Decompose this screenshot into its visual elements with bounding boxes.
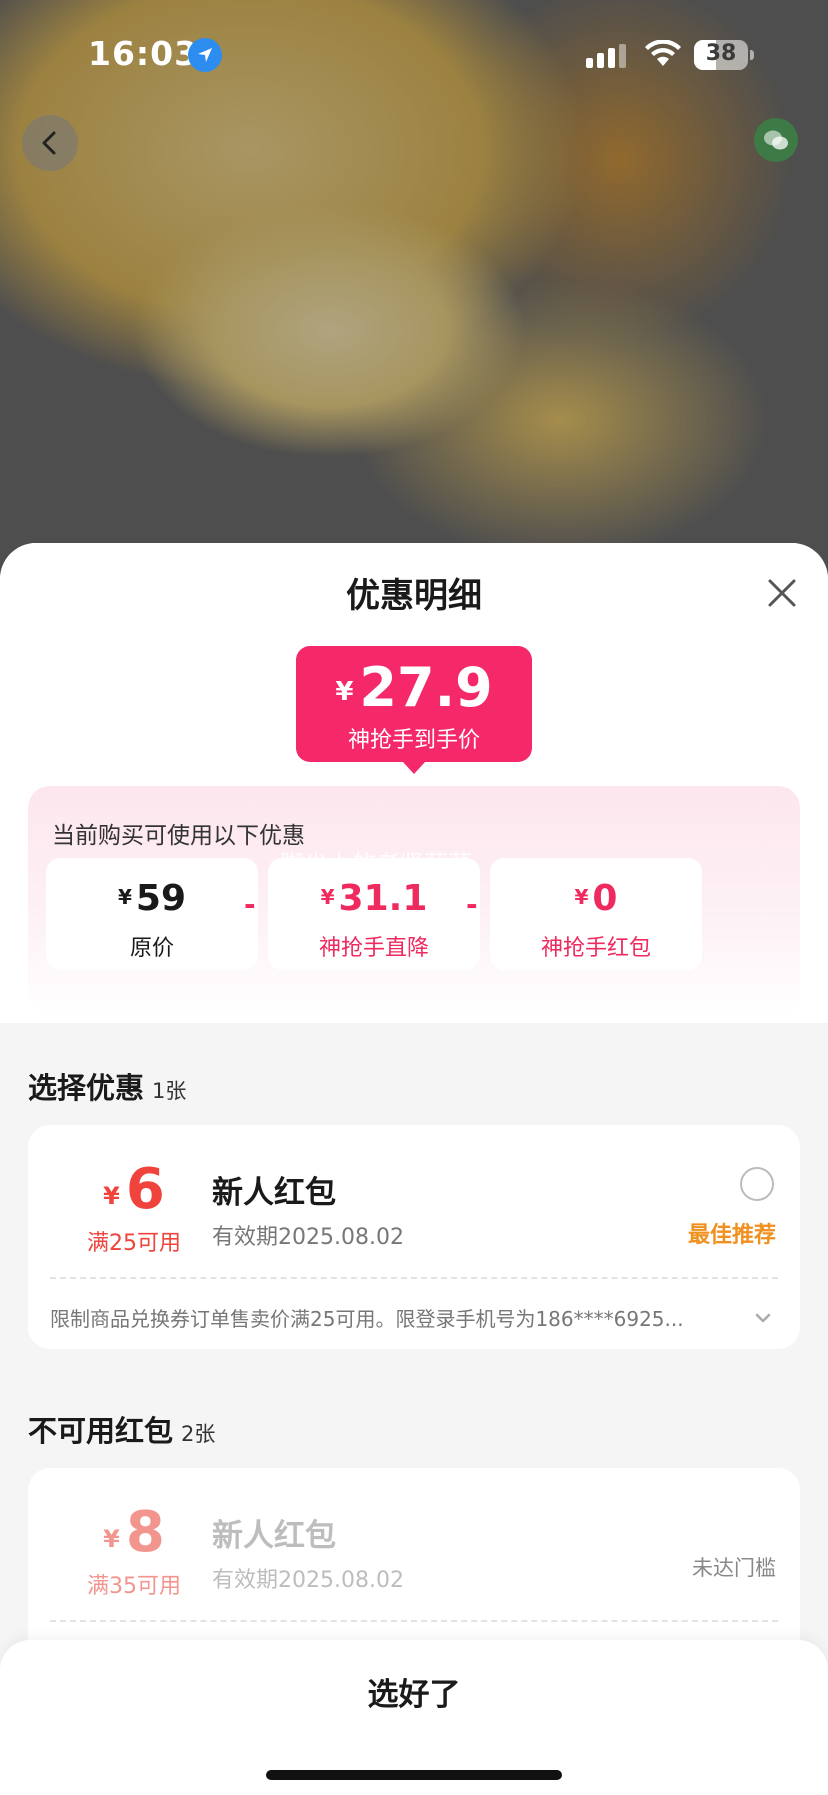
bottom-action-bar: 选好了 bbox=[0, 1640, 828, 1795]
sheet-title: 优惠明细 bbox=[346, 576, 482, 616]
home-indicator[interactable] bbox=[266, 1770, 562, 1780]
chevron-down-icon bbox=[755, 1313, 771, 1323]
dashed-divider bbox=[50, 1277, 778, 1279]
red-packet-label: 神抢手红包 bbox=[540, 936, 651, 961]
red-packet-amount: 0 bbox=[592, 878, 618, 919]
coupon-name: 新人红包 bbox=[212, 1518, 336, 1554]
breakdown-caption: 当前购买可使用以下优惠 bbox=[52, 823, 305, 849]
cellular-signal-icon bbox=[586, 44, 630, 72]
currency-symbol: ¥ bbox=[103, 1182, 120, 1210]
original-price-label: 原价 bbox=[129, 936, 174, 961]
coupon-validity: 有效期2025.08.02 bbox=[212, 1568, 404, 1593]
section-title-text: 选择优惠 bbox=[28, 1071, 145, 1105]
red-packet-value: ¥0 bbox=[490, 878, 702, 919]
direct-discount-card: ¥31.1 神抢手直降 bbox=[268, 858, 480, 970]
currency-symbol: ¥ bbox=[320, 885, 335, 909]
section-count: 1张 bbox=[152, 1079, 187, 1103]
coupon-amount: ¥8 bbox=[28, 1500, 240, 1565]
wechat-icon bbox=[764, 130, 788, 150]
confirm-button[interactable]: 选好了 bbox=[0, 1640, 828, 1750]
coupon-amount-value: 8 bbox=[125, 1500, 165, 1565]
back-button[interactable] bbox=[22, 115, 78, 171]
final-price-badge: ¥27.9 神抢手到手价 bbox=[296, 646, 532, 762]
final-price-label: 神抢手到手价 bbox=[347, 728, 480, 753]
chevron-left-icon bbox=[42, 131, 56, 155]
coupon-condition: 满25可用 bbox=[87, 1231, 181, 1256]
select-discount-heading: 选择优惠 1张 bbox=[28, 1065, 186, 1107]
status-bar: 16:03 38 bbox=[0, 0, 828, 110]
coupon-amount-value: 6 bbox=[125, 1157, 165, 1222]
minus-sign: - bbox=[466, 888, 478, 921]
coupon-select-radio[interactable] bbox=[740, 1167, 774, 1201]
price-badge-pointer bbox=[403, 762, 425, 774]
expand-button[interactable] bbox=[754, 1309, 772, 1328]
dashed-divider bbox=[50, 1620, 778, 1622]
coupon-amount: ¥6 bbox=[28, 1157, 240, 1222]
battery-icon: 38 bbox=[694, 40, 748, 70]
final-price-amount: 27.9 bbox=[359, 656, 493, 719]
section-count: 2张 bbox=[181, 1422, 216, 1446]
currency-symbol: ¥ bbox=[103, 1525, 120, 1553]
coupon-description: 限制商品兑换券订单售卖价满25可用。限登录手机号为186****6925... bbox=[50, 1307, 684, 1331]
coupon-condition: 满35可用 bbox=[87, 1574, 181, 1599]
direct-discount-label: 神抢手直降 bbox=[318, 936, 429, 961]
wifi-icon bbox=[644, 39, 682, 72]
direct-discount-value: ¥31.1 bbox=[268, 878, 480, 919]
section-title-text: 不可用红包 bbox=[28, 1414, 174, 1448]
discount-breakdown-panel: 当前购买可使用以下优惠 脚尖上的老贤蔬菜 ¥59 原价 - ¥31.1 神抢手直… bbox=[28, 786, 800, 1016]
close-icon bbox=[768, 579, 796, 607]
red-packet-card: ¥0 神抢手红包 bbox=[490, 858, 702, 970]
close-button[interactable] bbox=[762, 573, 802, 613]
currency-symbol: ¥ bbox=[335, 677, 354, 707]
battery-cap bbox=[750, 50, 754, 60]
battery-level: 38 bbox=[705, 41, 737, 66]
original-price-value: ¥59 bbox=[46, 878, 258, 919]
coupon-validity: 有效期2025.08.02 bbox=[212, 1225, 404, 1250]
unavailable-heading: 不可用红包 2张 bbox=[28, 1408, 215, 1450]
direct-discount-amount: 31.1 bbox=[338, 878, 428, 919]
wechat-share-button[interactable] bbox=[754, 118, 798, 162]
original-price-card: ¥59 原价 bbox=[46, 858, 258, 970]
discount-detail-sheet: 优惠明细 ¥27.9 神抢手到手价 当前购买可使用以下优惠 脚尖上的老贤蔬菜 ¥… bbox=[0, 543, 828, 1795]
location-arrow-icon bbox=[188, 38, 222, 72]
original-price-amount: 59 bbox=[135, 878, 187, 919]
best-recommend-tag: 最佳推荐 bbox=[688, 1223, 777, 1248]
threshold-not-met-label: 未达门槛 bbox=[692, 1556, 776, 1580]
currency-symbol: ¥ bbox=[574, 885, 589, 909]
minus-sign: - bbox=[244, 888, 256, 921]
coupon-name: 新人红包 bbox=[212, 1175, 336, 1211]
final-price: ¥27.9 bbox=[296, 656, 532, 719]
coupon-card-available[interactable]: ¥6 满25可用 新人红包 有效期2025.08.02 最佳推荐 限制商品兑换券… bbox=[28, 1125, 800, 1349]
status-time: 16:03 bbox=[88, 34, 199, 73]
currency-symbol: ¥ bbox=[117, 885, 132, 909]
